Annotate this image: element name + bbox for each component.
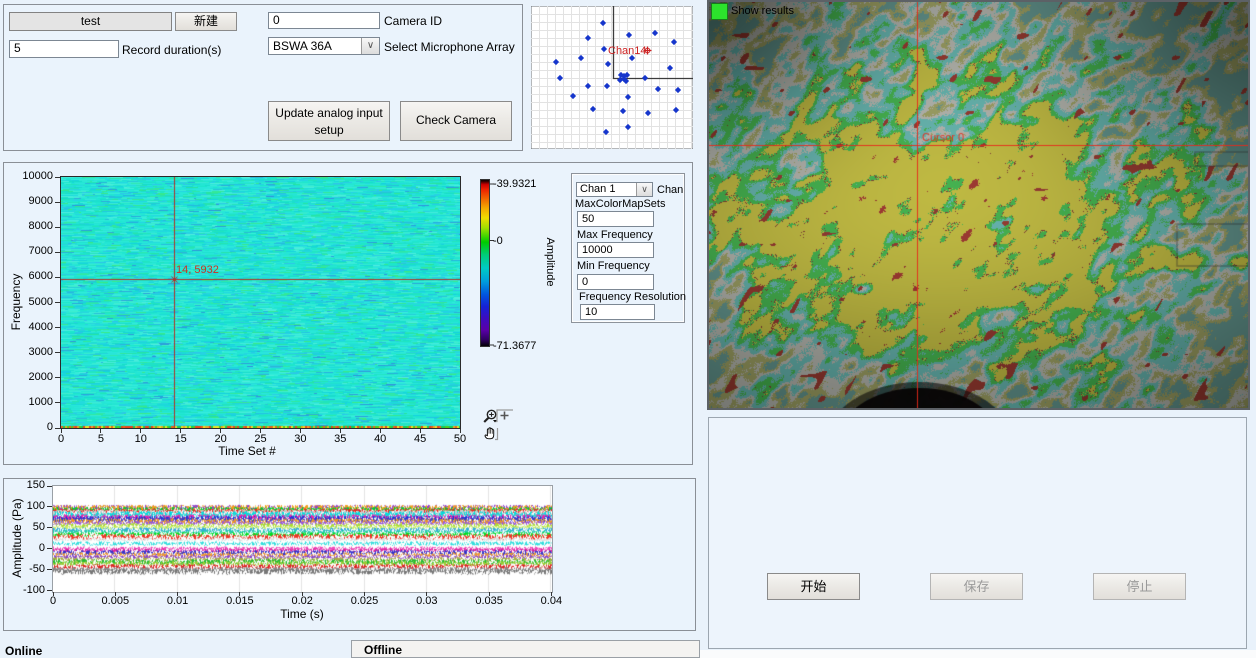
svg-text:Chan14: Chan14 <box>608 45 647 57</box>
